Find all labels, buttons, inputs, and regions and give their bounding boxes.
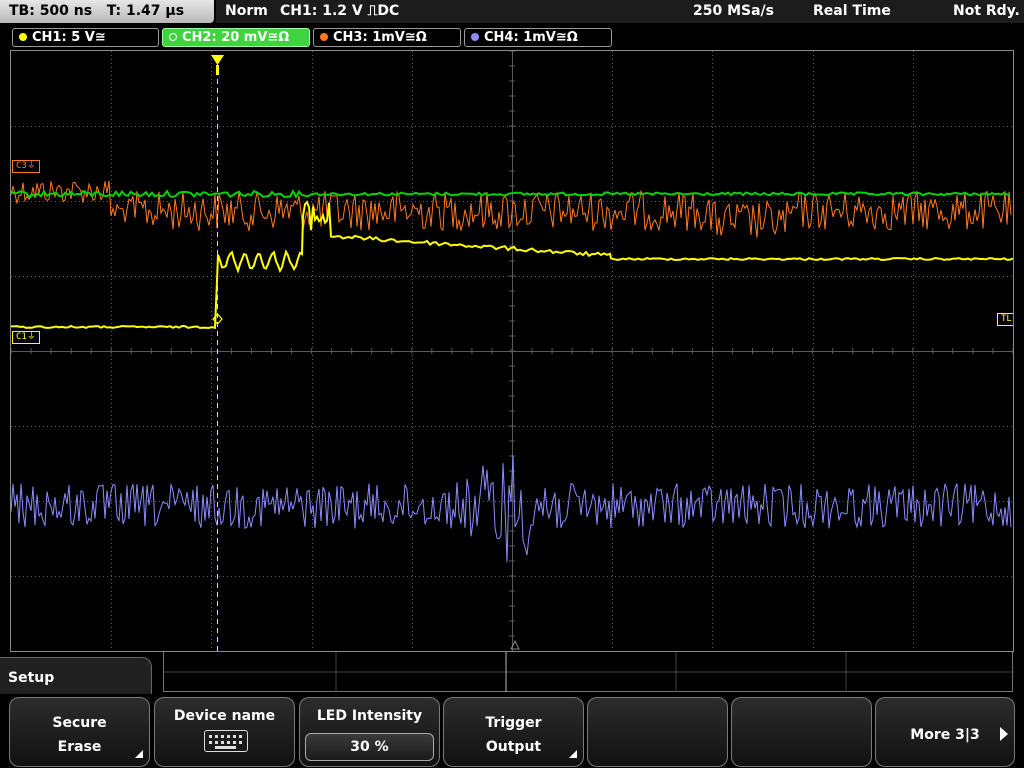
run-state: Not Rdy. [953,3,1020,19]
submenu-arrow-icon [135,750,143,758]
trigger-time-value: T: 1.47 µs [106,3,185,19]
channel-3-tab[interactable]: CH3: 1mV≅Ω [313,28,461,47]
softkey-menu: Secure Erase Device name LED Intensity 3… [0,694,1024,768]
trigger-markers [211,55,520,651]
graticule-grid [11,51,1013,651]
trigger-level-marker[interactable]: TL [997,313,1013,326]
channel-3-dot-icon [320,33,328,41]
channel-3-label: CH3: 1mV≅Ω [333,30,427,45]
waveform-display[interactable]: C3⏚ C1⏚ TL [10,50,1014,652]
channel-2-label: CH2: 20 mV≅Ω [182,30,290,45]
acquisition-status: Norm CH1: 1.2 V ⎍DC 250 MSa/s Real Time … [216,0,1024,23]
channel-2-trace [11,188,1011,199]
channel-2-tab[interactable]: CH2: 20 mV≅Ω [162,28,310,47]
zoom-overview-strip [163,652,1014,692]
submenu-arrow-icon [569,750,577,758]
device-name-button[interactable]: Device name [154,697,295,767]
channel-1-ground-marker[interactable]: C1⏚ [12,331,40,344]
channel-4-dot-icon [471,33,479,41]
channel-3-ground-marker[interactable]: C3⏚ [12,160,40,173]
device-name-label: Device name [173,708,276,724]
trigger-output-label-2: Output [485,739,542,755]
status-bar: TB: 500 ns T: 1.47 µs Norm CH1: 1.2 V ⎍D… [0,0,1024,26]
trigger-mode[interactable]: Norm [225,0,268,23]
trigger-output-button[interactable]: Trigger Output [443,697,584,767]
channel-1-label: CH1: 5 V≅ [32,30,106,45]
channel-2-dot-icon [169,33,177,41]
secure-erase-label-1: Secure [52,715,107,731]
trigger-position-icon [211,55,224,65]
led-intensity-label: LED Intensity [316,708,423,724]
timebase-value: TB: 500 ns [9,3,93,19]
trigger-source[interactable]: CH1: 1.2 V ⎍DC [280,0,399,23]
channel-4-tab[interactable]: CH4: 1mV≅Ω [464,28,612,47]
more-button[interactable]: More 3|3 [875,697,1015,767]
channel-bar: CH1: 5 V≅ CH2: 20 mV≅Ω CH3: 1mV≅Ω CH4: 1… [0,26,1024,48]
keyboard-icon [204,730,248,752]
sample-rate: 250 MSa/s [693,3,775,19]
secure-erase-label-2: Erase [57,739,102,755]
led-intensity-value[interactable]: 30 % [305,733,434,761]
more-label: More 3|3 [910,727,980,743]
arrow-right-icon [1000,727,1008,741]
trigger-output-label-1: Trigger [485,715,542,731]
empty-softkey-5[interactable] [587,697,728,767]
channel-1-tab[interactable]: CH1: 5 V≅ [12,28,159,47]
menu-title: Setup [0,657,152,699]
acquisition-mode: Real Time [813,3,891,19]
overview-grid [164,652,1014,692]
secure-erase-button[interactable]: Secure Erase [9,697,150,767]
channel-4-label: CH4: 1mV≅Ω [484,30,578,45]
channel-3-trace [11,180,1012,238]
empty-softkey-6[interactable] [731,697,872,767]
timebase-box[interactable]: TB: 500 ns T: 1.47 µs [0,0,214,23]
graticule-canvas [11,51,1013,651]
channel-1-dot-icon [19,33,27,41]
led-intensity-button[interactable]: LED Intensity 30 % [299,697,440,767]
